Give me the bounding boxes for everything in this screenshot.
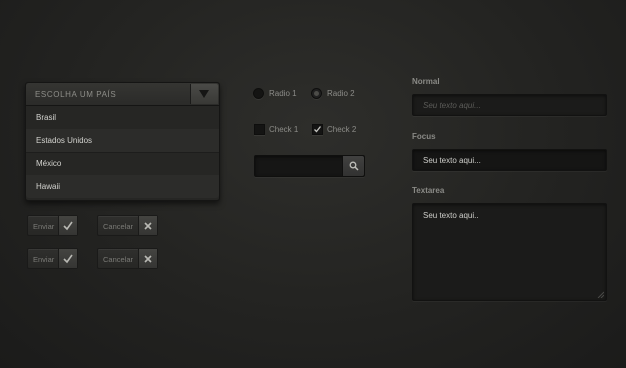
textarea-field[interactable]: Seu texto aqui.. xyxy=(412,203,607,301)
check-icon xyxy=(58,216,77,235)
normal-text-field[interactable]: Seu texto aqui... xyxy=(412,94,607,116)
dropdown-option-label: Hawaii xyxy=(36,182,61,191)
cancel-button-label: Cancelar xyxy=(103,222,134,231)
close-icon xyxy=(138,249,157,268)
focus-field-label: Focus xyxy=(412,132,436,141)
dropdown-option-label: Brasil xyxy=(36,113,57,122)
checkbox-1-label: Check 1 xyxy=(269,125,299,134)
dropdown-option-hawaii[interactable]: Hawaii xyxy=(26,175,219,198)
triangle-down-icon xyxy=(199,90,209,98)
dropdown-toggle-button[interactable] xyxy=(190,84,218,104)
cancel-button[interactable]: Cancelar xyxy=(97,215,158,236)
radio-1-label: Radio 1 xyxy=(269,89,297,98)
textarea-label: Textarea xyxy=(412,186,445,195)
focus-field-value: Seu texto aqui... xyxy=(423,156,481,165)
dropdown-option-mexico[interactable]: México xyxy=(26,152,219,176)
send-button-label: Enviar xyxy=(33,222,55,231)
ui-kit-canvas: { "dropdown": { "label": "ESCOLHA UM PAÍ… xyxy=(0,0,626,368)
textarea-value: Seu texto aqui.. xyxy=(423,211,479,220)
normal-field-label: Normal xyxy=(412,77,440,86)
cancel-button-hover[interactable]: Cancelar xyxy=(97,248,158,269)
send-button-hover[interactable]: Enviar xyxy=(27,248,78,269)
country-dropdown[interactable]: ESCOLHA UM PAÍS Brasil Estados Unidos Mé… xyxy=(25,82,220,201)
checkbox-2[interactable] xyxy=(312,124,323,135)
checkbox-1[interactable] xyxy=(254,124,265,135)
cancel-button-label: Cancelar xyxy=(103,255,134,264)
search-button[interactable] xyxy=(342,156,364,176)
dropdown-option-brasil[interactable]: Brasil xyxy=(26,106,219,130)
send-button[interactable]: Enviar xyxy=(27,215,78,236)
search-box xyxy=(254,155,365,177)
send-button-label: Enviar xyxy=(33,255,55,264)
radio-2[interactable] xyxy=(311,88,322,99)
search-icon xyxy=(349,161,359,171)
checkmark-icon xyxy=(314,126,322,133)
check-icon xyxy=(58,249,77,268)
resize-grip-icon[interactable] xyxy=(597,291,604,298)
normal-field-placeholder: Seu texto aqui... xyxy=(423,101,481,110)
dropdown-option-label: México xyxy=(36,159,62,168)
dropdown-option-estados-unidos[interactable]: Estados Unidos xyxy=(26,129,219,153)
dropdown-header[interactable]: ESCOLHA UM PAÍS xyxy=(26,83,219,106)
close-icon xyxy=(138,216,157,235)
dropdown-label: ESCOLHA UM PAÍS xyxy=(35,90,117,99)
dropdown-option-label: Estados Unidos xyxy=(36,136,93,145)
radio-1[interactable] xyxy=(253,88,264,99)
checkbox-2-label: Check 2 xyxy=(327,125,357,134)
radio-2-label: Radio 2 xyxy=(327,89,355,98)
focus-text-field[interactable]: Seu texto aqui... xyxy=(412,149,607,171)
